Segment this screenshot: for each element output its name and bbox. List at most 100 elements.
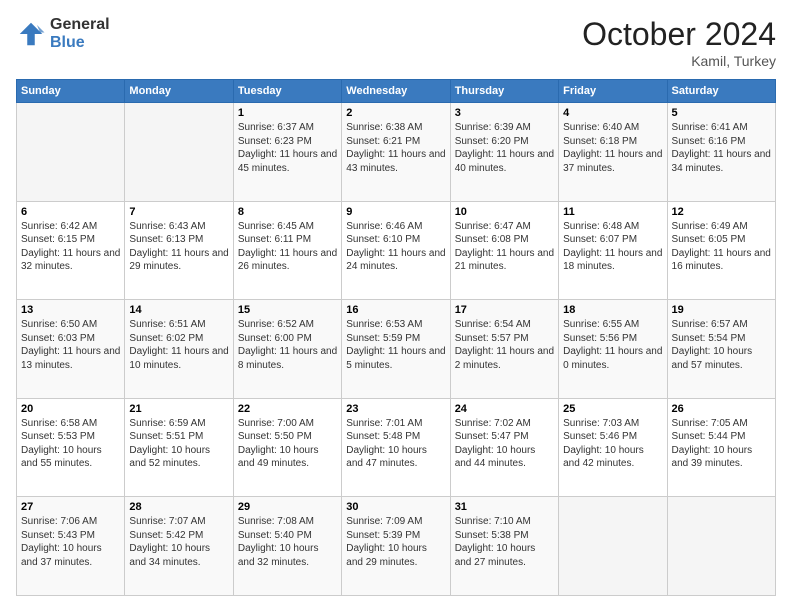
day-number: 14 [129,304,228,316]
calendar-day-cell: 10 Sunrise: 6:47 AMSunset: 6:08 PMDayligh… [450,201,558,300]
calendar-day-cell: 6 Sunrise: 6:42 AMSunset: 6:15 PMDaylight… [17,201,125,300]
day-info: Sunrise: 6:37 AMSunset: 6:23 PMDaylight:… [238,121,337,175]
day-info: Sunrise: 7:03 AMSunset: 5:46 PMDaylight:… [563,417,662,471]
logo-icon [16,19,46,49]
day-info: Sunrise: 6:47 AMSunset: 6:08 PMDaylight:… [455,220,554,274]
weekday-header: Friday [559,80,667,103]
day-info: Sunrise: 6:42 AMSunset: 6:15 PMDaylight:… [21,220,120,274]
day-number: 2 [346,107,445,119]
calendar-day-cell: 16 Sunrise: 6:53 AMSunset: 5:59 PMDayligh… [342,300,450,399]
day-info: Sunrise: 6:41 AMSunset: 6:16 PMDaylight:… [672,121,771,175]
calendar-day-cell: 9 Sunrise: 6:46 AMSunset: 6:10 PMDaylight… [342,201,450,300]
day-info: Sunrise: 6:51 AMSunset: 6:02 PMDaylight:… [129,318,228,372]
calendar-day-cell: 27 Sunrise: 7:06 AMSunset: 5:43 PMDayligh… [17,497,125,596]
day-number: 11 [563,206,662,218]
calendar-day-cell: 28Sunrise: 7:07 AMSunset: 5:42 PMDayligh… [125,497,233,596]
day-number: 15 [238,304,337,316]
day-info: Sunrise: 6:39 AMSunset: 6:20 PMDaylight:… [455,121,554,175]
day-info: Sunrise: 6:54 AMSunset: 5:57 PMDaylight:… [455,318,554,372]
day-info: Sunrise: 6:48 AMSunset: 6:07 PMDaylight:… [563,220,662,274]
day-number: 23 [346,403,445,415]
calendar-day-cell: 31Sunrise: 7:10 AMSunset: 5:38 PMDayligh… [450,497,558,596]
weekday-header: Thursday [450,80,558,103]
day-number: 27 [21,501,120,513]
day-number: 17 [455,304,554,316]
calendar-day-cell: 2 Sunrise: 6:38 AMSunset: 6:21 PMDaylight… [342,103,450,202]
day-number: 25 [563,403,662,415]
calendar-week-row: 6 Sunrise: 6:42 AMSunset: 6:15 PMDaylight… [17,201,776,300]
day-info: Sunrise: 7:06 AMSunset: 5:43 PMDaylight:… [21,515,120,569]
location: Kamil, Turkey [582,53,776,69]
day-info: Sunrise: 6:38 AMSunset: 6:21 PMDaylight:… [346,121,445,175]
calendar-day-cell: 22Sunrise: 7:00 AMSunset: 5:50 PMDayligh… [233,398,341,497]
day-number: 9 [346,206,445,218]
calendar-day-cell: 3 Sunrise: 6:39 AMSunset: 6:20 PMDaylight… [450,103,558,202]
day-info: Sunrise: 6:50 AMSunset: 6:03 PMDaylight:… [21,318,120,372]
day-number: 6 [21,206,120,218]
calendar-day-cell: 30 Sunrise: 7:09 AMSunset: 5:39 PMDayligh… [342,497,450,596]
day-number: 30 [346,501,445,513]
day-number: 16 [346,304,445,316]
calendar-day-cell: 25 Sunrise: 7:03 AMSunset: 5:46 PMDayligh… [559,398,667,497]
day-info: Sunrise: 7:00 AMSunset: 5:50 PMDaylight:… [238,417,337,471]
page: General Blue October 2024 Kamil, Turkey … [0,0,792,612]
calendar-day-cell: 29 Sunrise: 7:08 AMSunset: 5:40 PMDayligh… [233,497,341,596]
day-number: 18 [563,304,662,316]
day-info: Sunrise: 6:58 AMSunset: 5:53 PMDaylight:… [21,417,120,471]
day-info: Sunrise: 6:40 AMSunset: 6:18 PMDaylight:… [563,121,662,175]
calendar-day-cell [667,497,775,596]
day-info: Sunrise: 7:09 AMSunset: 5:39 PMDaylight:… [346,515,445,569]
day-number: 1 [238,107,337,119]
month-title: October 2024 [582,16,776,53]
calendar-day-cell: 11 Sunrise: 6:48 AMSunset: 6:07 PMDayligh… [559,201,667,300]
weekday-header: Saturday [667,80,775,103]
day-info: Sunrise: 6:45 AMSunset: 6:11 PMDaylight:… [238,220,337,274]
day-number: 5 [672,107,771,119]
calendar-day-cell: 20Sunrise: 6:58 AMSunset: 5:53 PMDayligh… [17,398,125,497]
day-info: Sunrise: 7:01 AMSunset: 5:48 PMDaylight:… [346,417,445,471]
day-number: 29 [238,501,337,513]
calendar-day-cell: 13 Sunrise: 6:50 AMSunset: 6:03 PMDayligh… [17,300,125,399]
day-number: 8 [238,206,337,218]
day-number: 4 [563,107,662,119]
calendar-header-row: SundayMondayTuesdayWednesdayThursdayFrid… [17,80,776,103]
calendar-day-cell: 5 Sunrise: 6:41 AMSunset: 6:16 PMDaylight… [667,103,775,202]
logo-general-text: General [50,16,110,34]
day-number: 12 [672,206,771,218]
calendar-day-cell [125,103,233,202]
calendar-day-cell [17,103,125,202]
day-info: Sunrise: 6:43 AMSunset: 6:13 PMDaylight:… [129,220,228,274]
weekday-header: Tuesday [233,80,341,103]
day-number: 19 [672,304,771,316]
logo-text: General Blue [50,16,110,51]
calendar-day-cell: 21 Sunrise: 6:59 AMSunset: 5:51 PMDayligh… [125,398,233,497]
day-number: 31 [455,501,554,513]
day-info: Sunrise: 7:08 AMSunset: 5:40 PMDaylight:… [238,515,337,569]
calendar-day-cell: 26Sunrise: 7:05 AMSunset: 5:44 PMDayligh… [667,398,775,497]
calendar-table: SundayMondayTuesdayWednesdayThursdayFrid… [16,79,776,596]
day-number: 21 [129,403,228,415]
day-info: Sunrise: 6:59 AMSunset: 5:51 PMDaylight:… [129,417,228,471]
calendar-day-cell: 12 Sunrise: 6:49 AMSunset: 6:05 PMDayligh… [667,201,775,300]
calendar-week-row: 13 Sunrise: 6:50 AMSunset: 6:03 PMDayligh… [17,300,776,399]
calendar-day-cell: 7 Sunrise: 6:43 AMSunset: 6:13 PMDaylight… [125,201,233,300]
calendar-week-row: 20Sunrise: 6:58 AMSunset: 5:53 PMDayligh… [17,398,776,497]
weekday-header: Monday [125,80,233,103]
calendar-day-cell: 14 Sunrise: 6:51 AMSunset: 6:02 PMDayligh… [125,300,233,399]
day-number: 10 [455,206,554,218]
day-info: Sunrise: 6:49 AMSunset: 6:05 PMDaylight:… [672,220,771,274]
calendar-week-row: 1 Sunrise: 6:37 AMSunset: 6:23 PMDaylight… [17,103,776,202]
day-info: Sunrise: 6:53 AMSunset: 5:59 PMDaylight:… [346,318,445,372]
day-info: Sunrise: 7:07 AMSunset: 5:42 PMDaylight:… [129,515,228,569]
day-info: Sunrise: 7:05 AMSunset: 5:44 PMDaylight:… [672,417,771,471]
calendar-day-cell: 17 Sunrise: 6:54 AMSunset: 5:57 PMDayligh… [450,300,558,399]
day-number: 24 [455,403,554,415]
calendar-day-cell: 1 Sunrise: 6:37 AMSunset: 6:23 PMDaylight… [233,103,341,202]
day-number: 7 [129,206,228,218]
calendar-week-row: 27 Sunrise: 7:06 AMSunset: 5:43 PMDayligh… [17,497,776,596]
day-number: 3 [455,107,554,119]
day-number: 13 [21,304,120,316]
calendar-day-cell: 24Sunrise: 7:02 AMSunset: 5:47 PMDayligh… [450,398,558,497]
calendar-day-cell: 4 Sunrise: 6:40 AMSunset: 6:18 PMDaylight… [559,103,667,202]
day-info: Sunrise: 6:46 AMSunset: 6:10 PMDaylight:… [346,220,445,274]
